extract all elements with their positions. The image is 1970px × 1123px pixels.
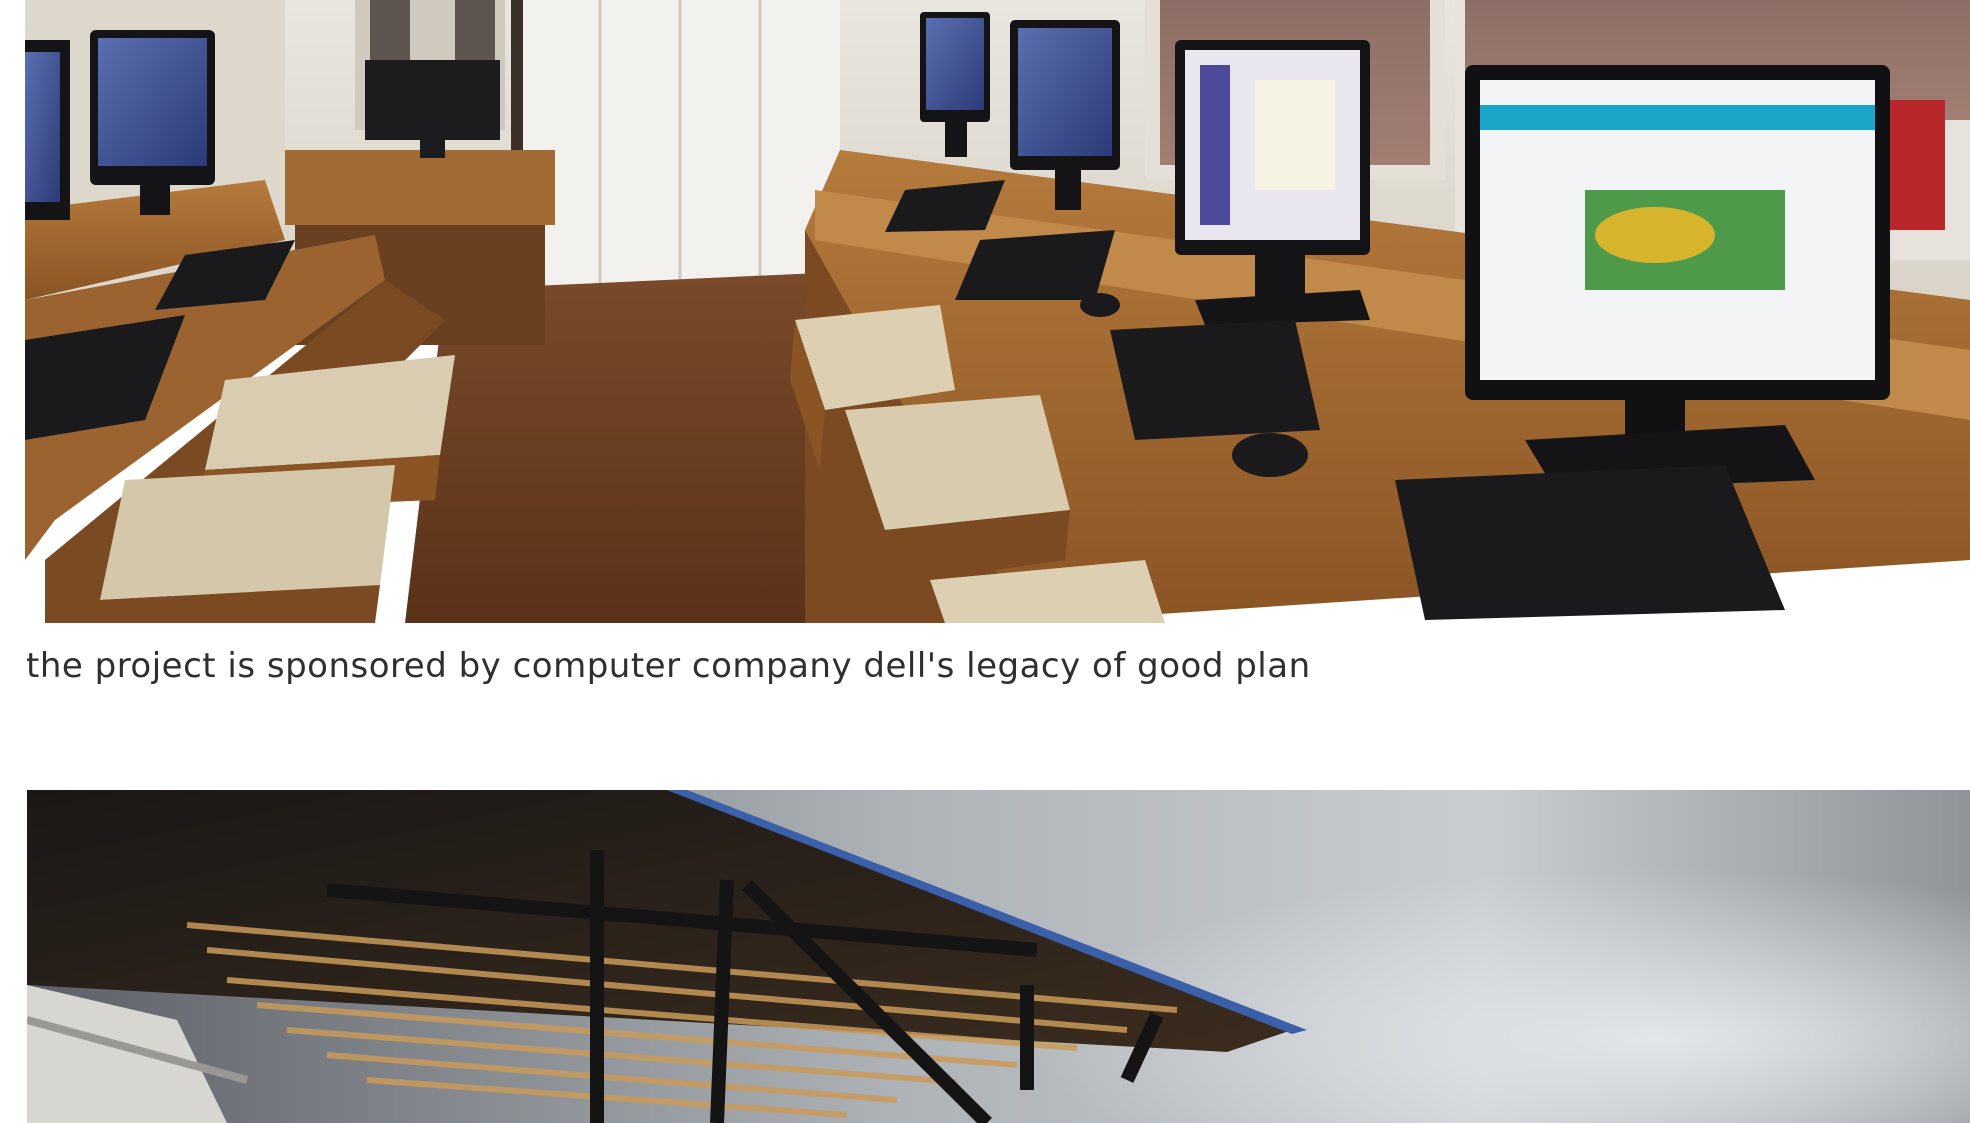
roof-canopy-photo bbox=[27, 790, 1970, 1123]
image-caption: the project is sponsored by computer com… bbox=[26, 646, 1311, 686]
computer-lab-photo bbox=[25, 0, 1970, 623]
